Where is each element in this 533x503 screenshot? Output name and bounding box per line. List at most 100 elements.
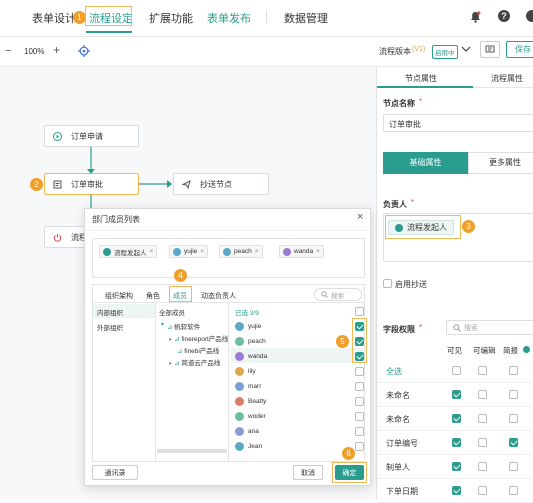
perm-checkbox-e[interactable] xyxy=(478,414,487,423)
owner-chip-label: 流程发起人 xyxy=(407,223,447,232)
perm-checkbox-v[interactable] xyxy=(452,486,461,495)
bell-icon[interactable] xyxy=(470,11,481,25)
help-icon[interactable]: ? xyxy=(498,10,510,22)
nav-divider xyxy=(266,10,267,23)
tab-dynamic-owner[interactable]: 动态负责人 xyxy=(201,291,236,301)
member-search-input[interactable]: 搜索 xyxy=(314,288,362,301)
cancel-button[interactable]: 取消 xyxy=(293,465,323,480)
cc-checkbox[interactable] xyxy=(383,279,392,288)
perm-checkbox-v[interactable] xyxy=(452,390,461,399)
perm-checkbox-s[interactable] xyxy=(509,414,518,423)
ok-button[interactable]: 确定 xyxy=(335,465,364,480)
selected-chip[interactable]: wanda × xyxy=(279,245,324,258)
member-checkbox[interactable] xyxy=(355,367,364,376)
member-checkbox[interactable] xyxy=(355,382,364,391)
node-end[interactable]: 流程 xyxy=(44,226,89,248)
group-external[interactable]: 外部组织 xyxy=(97,322,123,332)
avatar xyxy=(223,247,231,256)
member-name: peach xyxy=(248,338,266,345)
perm-checkbox-e[interactable] xyxy=(478,366,487,375)
required-mark: * xyxy=(419,323,423,332)
group-internal[interactable]: 内部组织 xyxy=(97,307,123,317)
selected-chip[interactable]: peach × xyxy=(219,245,263,258)
tab-basic-props[interactable]: 基础属性 xyxy=(383,152,468,174)
member-row[interactable]: marr xyxy=(231,379,363,394)
chip-close-icon[interactable]: × xyxy=(200,248,204,255)
node-name-input[interactable]: 订单审批 xyxy=(383,114,533,132)
selected-chip[interactable]: yujie × xyxy=(169,245,209,258)
member-row[interactable]: yujie xyxy=(231,319,363,334)
close-icon[interactable]: × xyxy=(357,211,363,223)
perm-row-label: 全选 xyxy=(386,367,402,376)
chip-close-icon[interactable]: × xyxy=(150,248,154,255)
step-badge-4: 4 xyxy=(174,269,187,282)
zoom-out-icon[interactable]: − xyxy=(5,45,11,57)
property-panel: 节点属性 流程属性 节点名称 * 订单审批 基础属性 更多属性 负责人 * 流程… xyxy=(376,67,533,503)
required-mark: * xyxy=(419,97,423,106)
locate-icon[interactable] xyxy=(78,45,90,59)
member-checkbox[interactable] xyxy=(355,412,364,421)
tab-more-props[interactable]: 更多属性 xyxy=(468,152,533,174)
tree-root[interactable]: ⊿ 帆软软件 xyxy=(167,321,200,331)
perm-checkbox-e[interactable] xyxy=(478,438,487,447)
nav-form-publish[interactable]: 表单发布 xyxy=(207,10,251,26)
member-checkbox[interactable] xyxy=(355,397,364,406)
tab-role[interactable]: 角色 xyxy=(146,291,160,301)
selected-chip[interactable]: 流程发起人 × xyxy=(99,245,158,258)
member-checkbox[interactable] xyxy=(355,442,364,451)
tab-node-props[interactable]: 节点属性 xyxy=(405,73,437,84)
member-checkbox[interactable] xyxy=(355,427,364,436)
member-row[interactable]: wanda xyxy=(231,349,363,364)
perm-checkbox-s[interactable] xyxy=(509,486,518,495)
owner-label: 负责人 xyxy=(383,200,407,209)
perm-checkbox-s[interactable] xyxy=(509,462,518,471)
required-mark: * xyxy=(411,198,415,207)
tab-org[interactable]: 组织架构 xyxy=(105,291,133,301)
comment-button[interactable] xyxy=(480,41,500,58)
chip-close-icon[interactable]: × xyxy=(316,248,320,255)
tree-expand-icon[interactable]: ▾ xyxy=(161,321,164,328)
perm-checkbox-v[interactable] xyxy=(452,414,461,423)
save-button[interactable]: 保存 xyxy=(506,41,533,58)
avatar xyxy=(235,427,244,436)
perm-checkbox-s[interactable] xyxy=(509,390,518,399)
node-order-apply[interactable]: 订单申请 xyxy=(44,125,139,147)
perm-checkbox-e[interactable] xyxy=(478,486,487,495)
nav-extensions[interactable]: 扩展功能 xyxy=(149,10,193,26)
selected-box xyxy=(92,238,365,278)
tree-node[interactable]: ▸ ⊿ finereport产品线 xyxy=(169,333,228,343)
version-dropdown-chevron-icon[interactable] xyxy=(461,44,471,56)
search-icon xyxy=(453,323,461,332)
chip-close-icon[interactable]: × xyxy=(255,248,259,255)
user-avatar-icon[interactable] xyxy=(526,10,533,22)
play-icon xyxy=(53,131,62,141)
field-search-input[interactable]: 搜索 xyxy=(446,320,533,335)
avatar xyxy=(235,322,244,331)
node-order-approve[interactable]: 订单审批 xyxy=(44,173,139,195)
node-cc[interactable]: 抄送节点 xyxy=(173,173,269,195)
tree-node[interactable]: ⊿ finebi产品线 xyxy=(177,345,219,355)
perm-checkbox-e[interactable] xyxy=(478,462,487,471)
perm-checkbox-v[interactable] xyxy=(452,366,461,375)
tab-member[interactable]: 成员 xyxy=(173,291,187,301)
contacts-button[interactable]: 通讯录 xyxy=(92,465,138,480)
tab-flow-props[interactable]: 流程属性 xyxy=(491,73,523,84)
member-row[interactable]: ana xyxy=(231,424,363,439)
nav-form-design[interactable]: 表单设计 xyxy=(32,10,76,26)
owner-chip[interactable]: 流程发起人 xyxy=(388,220,454,235)
zoom-in-icon[interactable]: + xyxy=(53,43,60,57)
field-search-placeholder: 搜索 xyxy=(464,324,478,332)
member-row[interactable]: Beatty xyxy=(231,394,363,409)
nav-data-manage[interactable]: 数据管理 xyxy=(284,10,328,26)
perm-checkbox-s[interactable] xyxy=(509,438,518,447)
member-row[interactable]: woder xyxy=(231,409,363,424)
perm-checkbox-e[interactable] xyxy=(478,390,487,399)
tree-node[interactable]: ▸ ⊿ 简道云产品线 xyxy=(169,357,220,367)
select-all-checkbox[interactable] xyxy=(355,307,364,316)
tree-scrollbar[interactable] xyxy=(157,449,227,453)
selected-count: 已选 3/9 xyxy=(235,310,259,317)
perm-checkbox-v[interactable] xyxy=(452,438,461,447)
perm-checkbox-v[interactable] xyxy=(452,462,461,471)
member-row[interactable]: lily xyxy=(231,364,363,379)
perm-checkbox-s[interactable] xyxy=(509,366,518,375)
